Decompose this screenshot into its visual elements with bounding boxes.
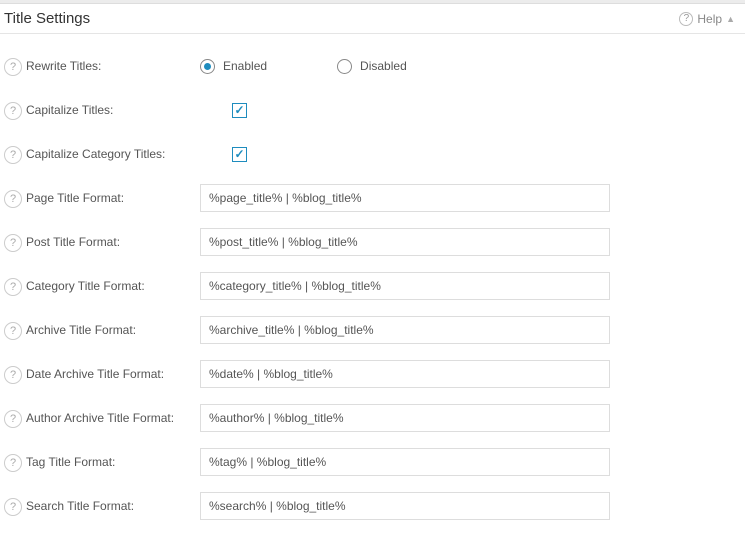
panel-title: Title Settings [4,10,90,27]
row-category-title: ? Category Title Format: [0,264,745,308]
label-tag-title: Tag Title Format: [26,455,200,469]
radio-disabled-label: Disabled [360,59,407,73]
row-date-archive-title: ? Date Archive Title Format: [0,352,745,396]
help-icon[interactable]: ? [4,102,22,120]
help-icon[interactable]: ? [4,234,22,252]
label-archive-title: Archive Title Format: [26,323,200,337]
row-search-title: ? Search Title Format: [0,484,745,528]
radio-enabled[interactable] [200,59,215,74]
input-category-title[interactable] [200,272,610,300]
label-rewrite-titles: Rewrite Titles: [26,59,200,73]
help-icon[interactable]: ? [4,366,22,384]
input-author-archive-title[interactable] [200,404,610,432]
help-icon[interactable]: ? [4,410,22,428]
label-category-title: Category Title Format: [26,279,200,293]
row-capitalize-titles: ? Capitalize Titles: [0,88,745,132]
label-capitalize-category: Capitalize Category Titles: [26,147,200,161]
help-icon[interactable]: ? [4,498,22,516]
row-page-title: ? Page Title Format: [0,176,745,220]
label-author-archive-title: Author Archive Title Format: [26,411,200,425]
checkbox-capitalize-category[interactable] [232,147,247,162]
help-icon: ? [679,12,693,26]
label-date-archive-title: Date Archive Title Format: [26,367,200,381]
input-archive-title[interactable] [200,316,610,344]
label-post-title: Post Title Format: [26,235,200,249]
label-search-title: Search Title Format: [26,499,200,513]
row-rewrite-titles: ? Rewrite Titles: Enabled Disabled [0,44,745,88]
panel-header: Title Settings ? Help ▲ [0,4,745,34]
row-post-title: ? Post Title Format: [0,220,745,264]
help-icon[interactable]: ? [4,190,22,208]
row-author-archive-title: ? Author Archive Title Format: [0,396,745,440]
input-search-title[interactable] [200,492,610,520]
radio-enabled-label: Enabled [223,59,267,73]
help-icon[interactable]: ? [4,322,22,340]
radio-disabled[interactable] [337,59,352,74]
help-icon[interactable]: ? [4,454,22,472]
help-icon[interactable]: ? [4,146,22,164]
row-tag-title: ? Tag Title Format: [0,440,745,484]
help-label: Help [697,12,722,26]
settings-body: ? Rewrite Titles: Enabled Disabled ? Cap… [0,34,745,538]
input-post-title[interactable] [200,228,610,256]
label-page-title: Page Title Format: [26,191,200,205]
rewrite-radio-group: Enabled Disabled [200,59,407,74]
label-capitalize-titles: Capitalize Titles: [26,103,200,117]
help-icon[interactable]: ? [4,278,22,296]
help-toggle[interactable]: ? Help ▲ [679,12,735,26]
help-icon[interactable]: ? [4,58,22,76]
row-archive-title: ? Archive Title Format: [0,308,745,352]
input-date-archive-title[interactable] [200,360,610,388]
row-capitalize-category: ? Capitalize Category Titles: [0,132,745,176]
checkbox-capitalize-titles[interactable] [232,103,247,118]
caret-up-icon: ▲ [726,14,735,24]
input-page-title[interactable] [200,184,610,212]
input-tag-title[interactable] [200,448,610,476]
